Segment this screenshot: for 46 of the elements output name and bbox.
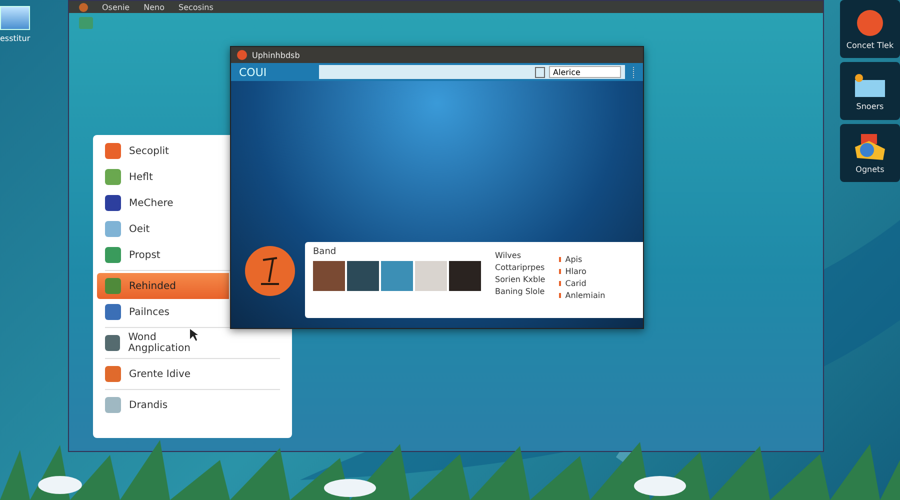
photo-placeholder[interactable]: [449, 261, 481, 291]
toolbar-label: COUI: [239, 66, 268, 78]
desktop-icon-label[interactable]: esstitur: [0, 34, 30, 43]
app-menu-item[interactable]: Rehinded: [97, 273, 229, 299]
photo-placeholder[interactable]: [313, 261, 345, 291]
list-text: Baning Slole: [495, 287, 546, 296]
menu-item[interactable]: Osenie: [102, 2, 130, 12]
search-field[interactable]: Alerice: [549, 66, 621, 78]
bullet-icon: [559, 293, 562, 298]
panel-heading: Band: [313, 247, 338, 257]
tray-icon: [853, 72, 887, 98]
launcher-tile[interactable]: Snoers: [840, 62, 900, 120]
menu-item[interactable]: Secosins: [178, 2, 214, 12]
list-text: Sorien Kxble: [495, 275, 546, 284]
address-bar[interactable]: Alerice: [319, 65, 625, 79]
blob-icon: [855, 8, 885, 36]
launcher-tile[interactable]: Concet Tlek: [840, 0, 900, 58]
list-text: Cottariprpes: [495, 263, 546, 272]
app-menu-item[interactable]: Drandis: [93, 392, 225, 418]
launcher-tile[interactable]: Ognets: [840, 124, 900, 182]
photo-placeholder[interactable]: [415, 261, 447, 291]
app-menu-item[interactable]: Heflt: [93, 164, 225, 190]
list-link[interactable]: Apis: [565, 255, 582, 264]
menu-item[interactable]: Neno: [144, 2, 164, 12]
list-text: Wilves: [495, 251, 522, 260]
app-menu-item[interactable]: Wond Angplication: [93, 330, 225, 356]
app-menu-item[interactable]: Grente Idive: [93, 361, 225, 387]
app-menu-item[interactable]: Propst: [93, 242, 225, 268]
app-menu-item[interactable]: Secoplit: [93, 138, 225, 164]
monitor-icon[interactable]: [0, 6, 30, 30]
mouse-pointer-icon: [190, 329, 198, 341]
list-link[interactable]: Carid: [565, 279, 586, 288]
shapes-icon: [853, 132, 887, 160]
bullet-icon: [559, 257, 562, 262]
app-menu-item[interactable]: Oeit: [93, 216, 225, 242]
bullet-icon: [559, 269, 562, 274]
photo-placeholder[interactable]: [347, 261, 379, 291]
app-icon[interactable]: [79, 2, 88, 12]
list-link[interactable]: Anlemiain: [565, 291, 606, 300]
photo-placeholder[interactable]: [381, 261, 413, 291]
app-icon[interactable]: [237, 50, 247, 60]
list-link[interactable]: Hlaro: [565, 267, 586, 276]
app-menu-item[interactable]: MeChere: [93, 190, 225, 216]
bullet-icon: [559, 281, 562, 286]
window-title: Uphinhbdsb: [252, 50, 300, 60]
app-menu-item[interactable]: Pailnces: [93, 299, 225, 325]
